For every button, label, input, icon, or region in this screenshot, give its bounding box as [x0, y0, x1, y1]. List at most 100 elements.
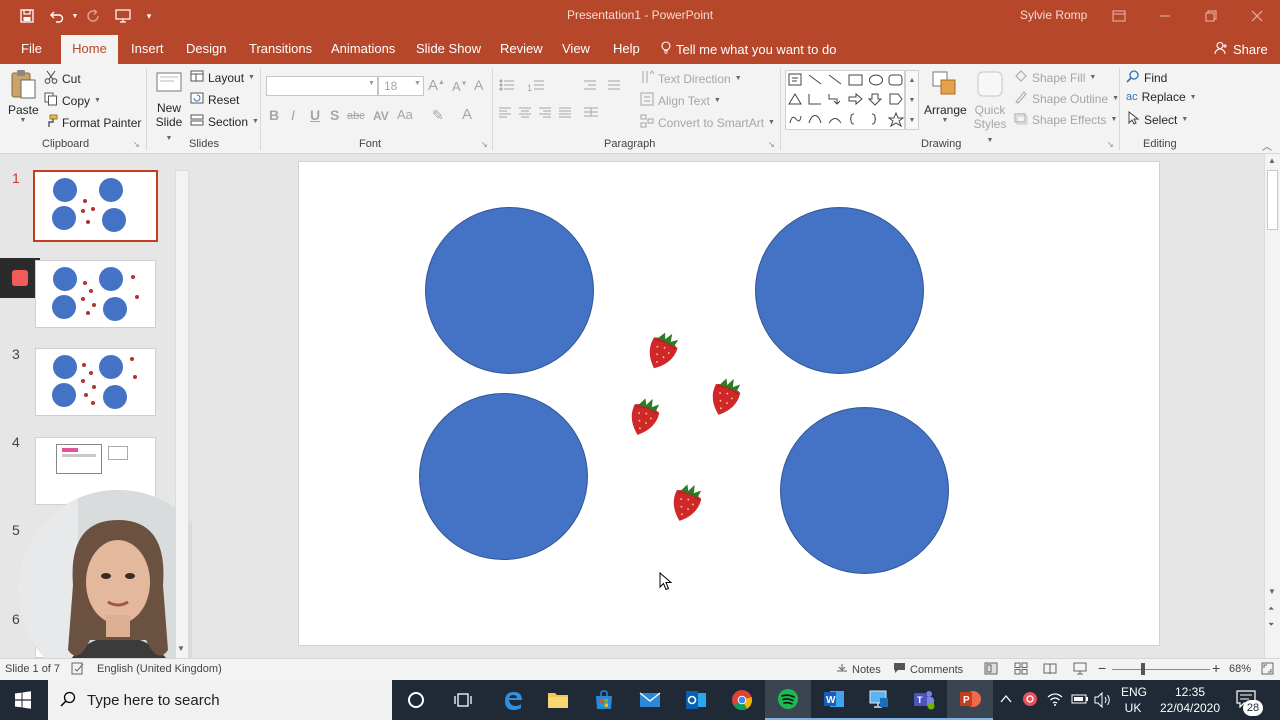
volume-icon[interactable]	[1094, 691, 1112, 711]
previous-slide-icon[interactable]: ⏶	[1268, 604, 1274, 614]
text-shadow-button[interactable]: S	[330, 107, 339, 123]
notes-button[interactable]: Notes	[836, 662, 881, 677]
shapes-gallery[interactable]	[785, 70, 905, 130]
tab-review[interactable]: Review	[500, 41, 543, 56]
decrease-font-icon[interactable]: A▼	[452, 79, 468, 94]
format-painter-button[interactable]: Format Painter	[44, 114, 141, 131]
edge-browser-icon[interactable]	[490, 680, 536, 720]
collapse-ribbon-icon[interactable]: ︿	[1262, 138, 1272, 153]
font-launcher-icon[interactable]: ↘	[481, 140, 488, 149]
wifi-icon[interactable]	[1047, 692, 1063, 709]
teams-icon[interactable]: T	[901, 680, 947, 720]
convert-smartart-button[interactable]: Convert to SmartArt ▼	[640, 114, 775, 131]
blue-circle-shape[interactable]	[780, 407, 949, 574]
blue-circle-shape[interactable]	[425, 207, 594, 374]
chrome-icon[interactable]	[719, 680, 765, 720]
tab-design[interactable]: Design	[186, 41, 226, 56]
font-name-combo[interactable]	[266, 76, 378, 96]
mail-icon[interactable]	[627, 680, 673, 720]
tab-view[interactable]: View	[562, 41, 590, 56]
tab-file[interactable]: File	[21, 41, 42, 56]
drawing-launcher-icon[interactable]: ↘	[1107, 140, 1114, 149]
cortana-icon[interactable]	[393, 680, 439, 720]
minimize-icon[interactable]	[1142, 0, 1188, 32]
copy-dropdown-icon[interactable]: ▼	[94, 97, 101, 104]
replace-button[interactable]: ac Replace ▼	[1126, 90, 1197, 104]
underline-button[interactable]: U	[310, 107, 320, 123]
italic-button[interactable]: I	[291, 107, 295, 123]
normal-view-icon[interactable]	[984, 662, 998, 678]
slide-sorter-icon[interactable]	[1014, 662, 1028, 678]
microsoft-store-icon[interactable]	[581, 680, 627, 720]
show-hidden-icons-icon[interactable]	[1000, 693, 1012, 707]
word-icon[interactable]: W	[811, 680, 857, 720]
strawberry-image[interactable]	[702, 374, 748, 420]
tab-help[interactable]: Help	[613, 41, 640, 56]
file-explorer-icon[interactable]	[535, 680, 581, 720]
tray-app-icon[interactable]	[1022, 691, 1038, 710]
ribbon-display-options-icon[interactable]	[1096, 0, 1142, 32]
character-spacing-button[interactable]: AV	[373, 109, 389, 123]
reset-button[interactable]: Reset	[190, 92, 239, 107]
scrollbar-thumb[interactable]	[1267, 170, 1278, 230]
close-icon[interactable]	[1234, 0, 1280, 32]
shape-fill-button[interactable]: Shape Fill ▼	[1014, 69, 1096, 86]
strikethrough-button[interactable]: abc	[347, 110, 365, 122]
battery-icon[interactable]	[1071, 693, 1089, 708]
user-name[interactable]: Sylvie Romp	[1020, 8, 1087, 22]
scroll-down-icon[interactable]: ▼	[177, 644, 185, 653]
slide-canvas[interactable]	[298, 161, 1160, 646]
scroll-up-icon[interactable]: ▲	[1268, 156, 1276, 165]
paragraph-launcher-icon[interactable]: ↘	[768, 140, 775, 149]
slide-thumbnail-2[interactable]	[35, 260, 156, 328]
blue-circle-shape[interactable]	[419, 393, 588, 560]
tab-home[interactable]: Home	[61, 35, 118, 64]
input-language-indicator[interactable]: ENG UK	[1121, 684, 1147, 716]
quick-styles-button[interactable]: Quick Styles ▼	[970, 68, 1010, 148]
tab-transitions[interactable]: Transitions	[249, 41, 312, 56]
fit-to-window-icon[interactable]	[1261, 662, 1274, 678]
language-label[interactable]: English (United Kingdom)	[97, 663, 222, 675]
shapes-gallery-scroll[interactable]: ▲ ▼ ▼	[905, 70, 919, 130]
shape-effects-button[interactable]: Shape Effects ▼	[1014, 111, 1117, 128]
taskbar-search-box[interactable]: Type here to search	[48, 680, 392, 720]
cut-button[interactable]: Cut	[44, 70, 81, 87]
canvas-scrollbar[interactable]: ▲ ▼ ⏶ ⏷	[1264, 154, 1280, 658]
text-direction-button[interactable]: Text Direction ▼	[640, 70, 742, 87]
select-button[interactable]: Select ▼	[1126, 110, 1188, 128]
spellcheck-icon[interactable]	[71, 662, 85, 678]
font-size-dropdown-icon[interactable]: ▼	[414, 80, 421, 87]
clock[interactable]: 12:35 22/04/2020	[1155, 684, 1225, 716]
change-case-button[interactable]: Aa	[397, 107, 413, 122]
strawberry-image[interactable]	[639, 328, 685, 374]
task-view-icon[interactable]	[440, 680, 486, 720]
spotify-icon[interactable]	[765, 680, 811, 720]
zoom-out-icon[interactable]: −	[1098, 660, 1106, 676]
bullets-icon[interactable]: 1	[498, 78, 628, 95]
slide-show-icon[interactable]	[1073, 662, 1087, 678]
paste-button[interactable]: Paste ▼	[8, 68, 39, 124]
blue-circle-shape[interactable]	[755, 207, 924, 374]
comments-button[interactable]: Comments	[893, 662, 963, 677]
tell-me-box[interactable]: Tell me what you want to do	[660, 41, 836, 58]
zoom-slider[interactable]	[1112, 669, 1210, 670]
font-color-icon[interactable]: A	[462, 106, 472, 123]
slide-thumbnail-3[interactable]	[35, 348, 156, 416]
highlight-icon[interactable]: ✎	[432, 107, 444, 124]
arrange-button[interactable]: Arrange ▼	[924, 68, 967, 124]
strawberry-image[interactable]	[621, 394, 667, 440]
find-button[interactable]: Find	[1126, 69, 1167, 86]
outlook-icon[interactable]	[673, 680, 719, 720]
tab-slide-show[interactable]: Slide Show	[416, 41, 481, 56]
increase-font-icon[interactable]: A▲	[428, 77, 445, 94]
alignment-icons[interactable]	[498, 106, 618, 123]
windows-start-icon[interactable]	[0, 680, 46, 720]
zoom-slider-thumb[interactable]	[1141, 663, 1145, 675]
remote-desktop-icon[interactable]	[856, 680, 902, 720]
new-slide-button[interactable]: New Slide ▼	[152, 68, 186, 146]
paste-dropdown-icon[interactable]: ▼	[8, 117, 38, 124]
thumbnail-scrollbar[interactable]	[175, 170, 189, 660]
next-slide-icon[interactable]: ⏷	[1268, 620, 1274, 630]
strawberry-image[interactable]	[663, 480, 709, 526]
powerpoint-icon[interactable]: P	[947, 680, 993, 720]
